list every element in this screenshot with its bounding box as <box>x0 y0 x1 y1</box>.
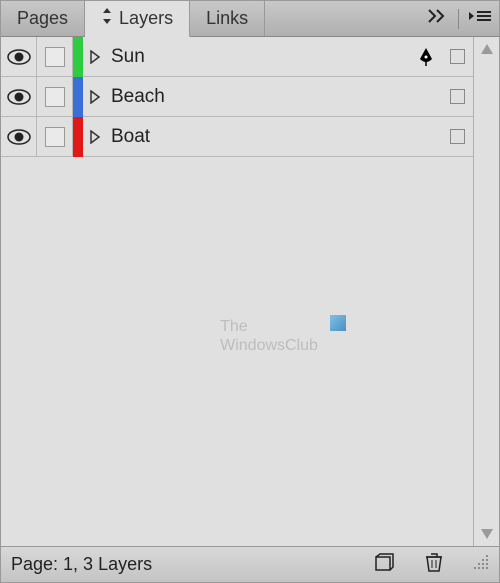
visibility-toggle[interactable] <box>1 37 37 77</box>
layer-row[interactable]: Beach <box>1 77 473 117</box>
disclosure-toggle[interactable] <box>83 90 107 104</box>
status-icons <box>375 552 489 577</box>
watermark-line1: The <box>220 317 318 336</box>
scroll-up-icon[interactable] <box>480 43 494 55</box>
tab-pages[interactable]: Pages <box>1 1 85 36</box>
tab-controls <box>420 1 499 36</box>
panel-menu-icon[interactable] <box>469 9 491 28</box>
layer-row[interactable]: Boat <box>1 117 473 157</box>
tab-label: Pages <box>17 8 68 29</box>
layer-row[interactable]: Sun <box>1 37 473 77</box>
layer-color-strip <box>73 37 83 77</box>
updown-icon <box>101 8 113 29</box>
lock-box-icon <box>45 127 65 147</box>
visibility-toggle[interactable] <box>1 117 37 157</box>
layer-name[interactable]: Sun <box>107 46 411 68</box>
layer-color-strip <box>73 117 83 157</box>
disclosure-toggle[interactable] <box>83 50 107 64</box>
selection-box-icon <box>450 89 465 104</box>
tab-links[interactable]: Links <box>190 1 265 36</box>
status-bar: Page: 1, 3 Layers <box>1 546 499 582</box>
layer-color-strip <box>73 77 83 117</box>
tab-layers[interactable]: Layers <box>85 1 190 37</box>
lock-box-icon <box>45 47 65 67</box>
eye-icon <box>7 129 31 145</box>
status-text: Page: 1, 3 Layers <box>11 554 365 575</box>
new-layer-button[interactable] <box>375 553 395 576</box>
selection-box-icon <box>450 49 465 64</box>
layers-panel: Pages Layers Links <box>0 0 500 583</box>
scrollbar[interactable] <box>473 37 499 546</box>
collapse-icon[interactable] <box>428 9 448 28</box>
lock-toggle[interactable] <box>37 77 73 117</box>
tab-bar: Pages Layers Links <box>1 1 499 37</box>
eye-icon <box>7 89 31 105</box>
trash-icon <box>425 552 443 572</box>
selection-indicator[interactable] <box>441 129 473 144</box>
disclosure-toggle[interactable] <box>83 130 107 144</box>
panel-content: Sun Beach <box>1 37 499 546</box>
lock-toggle[interactable] <box>37 37 73 77</box>
divider <box>458 9 459 29</box>
selection-box-icon <box>450 129 465 144</box>
pen-icon <box>418 47 434 67</box>
selection-indicator[interactable] <box>441 89 473 104</box>
delete-layer-button[interactable] <box>425 552 443 577</box>
layer-name[interactable]: Boat <box>107 126 411 148</box>
tab-label: Links <box>206 8 248 29</box>
watermark: The WindowsClub <box>220 317 318 355</box>
watermark-line2: WindowsClub <box>220 336 318 355</box>
tab-spacer <box>265 1 420 36</box>
resize-grip-icon[interactable] <box>473 554 489 575</box>
visibility-toggle[interactable] <box>1 77 37 117</box>
watermark-logo-icon <box>330 315 346 331</box>
chevron-right-icon <box>89 130 101 144</box>
chevron-right-icon <box>89 50 101 64</box>
pen-indicator <box>411 47 441 67</box>
layer-name[interactable]: Beach <box>107 86 411 108</box>
scroll-down-icon[interactable] <box>480 528 494 540</box>
layer-list: Sun Beach <box>1 37 473 546</box>
new-layer-icon <box>375 553 395 571</box>
chevron-right-icon <box>89 90 101 104</box>
eye-icon <box>7 49 31 65</box>
selection-indicator[interactable] <box>441 49 473 64</box>
lock-toggle[interactable] <box>37 117 73 157</box>
tab-label: Layers <box>119 8 173 29</box>
lock-box-icon <box>45 87 65 107</box>
